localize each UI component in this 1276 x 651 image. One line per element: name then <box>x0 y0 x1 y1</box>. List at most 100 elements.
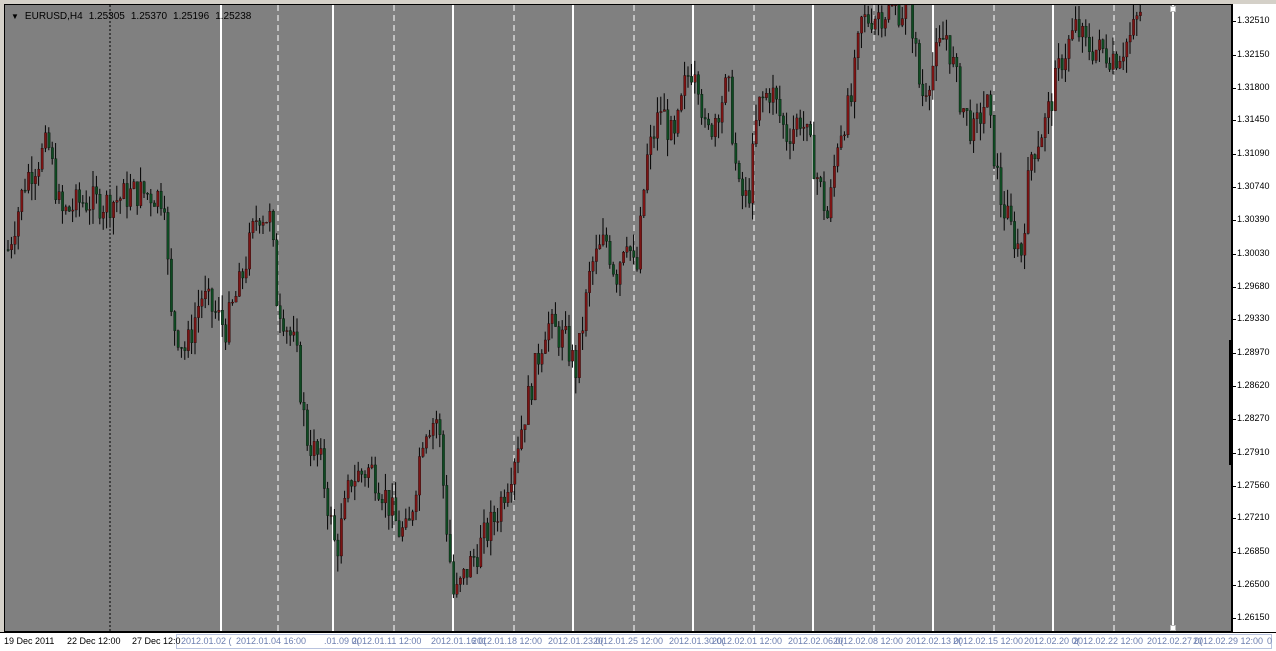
price-tick <box>1233 585 1236 587</box>
price-tick <box>1233 120 1236 122</box>
candle <box>564 311 568 334</box>
price-label: 1.28970 <box>1237 347 1270 358</box>
price-tick <box>1233 452 1236 454</box>
period-end-handle-bottom[interactable] <box>1170 625 1176 631</box>
candle <box>394 482 398 522</box>
time-label: 2012.01.04 16:00 <box>236 636 307 646</box>
candle <box>941 21 945 40</box>
candle <box>839 125 843 150</box>
candle <box>153 200 156 207</box>
candle <box>975 103 979 133</box>
price-label: 1.30740 <box>1237 181 1270 192</box>
candle <box>557 321 561 356</box>
candle <box>78 182 81 217</box>
candle <box>924 82 928 102</box>
candle <box>265 221 268 224</box>
symbol-label: EURUSD,H4 <box>24 11 83 22</box>
candle <box>238 262 241 297</box>
candle <box>649 124 653 170</box>
candle <box>731 69 734 146</box>
candle <box>435 410 438 439</box>
candle <box>595 234 598 275</box>
candle <box>710 122 714 140</box>
candle <box>380 494 384 511</box>
candle <box>683 61 687 110</box>
candle <box>231 299 234 306</box>
candle <box>734 132 738 171</box>
candle <box>958 63 962 115</box>
candle <box>1077 6 1081 42</box>
candle <box>408 506 411 521</box>
candle <box>578 333 581 384</box>
candle <box>1057 43 1061 81</box>
candle <box>714 113 717 147</box>
candle <box>921 69 925 107</box>
candle <box>554 302 557 327</box>
candle <box>615 269 619 293</box>
candle <box>326 481 330 530</box>
candle <box>404 508 408 530</box>
candle <box>1023 223 1027 270</box>
candle <box>584 289 588 337</box>
price-tick <box>1233 187 1236 189</box>
candle <box>414 490 418 521</box>
candle <box>1105 34 1108 68</box>
candle <box>666 99 670 157</box>
price-tick <box>1233 286 1236 288</box>
candle <box>693 60 697 94</box>
candle <box>241 268 245 290</box>
candlestick-series[interactable] <box>5 5 1232 632</box>
price-tick <box>1233 552 1236 554</box>
candle <box>61 185 64 224</box>
time-axis[interactable]: 19 Dec 2011 22 Dec 12:00 27 Dec 12:0 2012.0… <box>0 632 1276 651</box>
candle <box>870 8 874 34</box>
candle <box>550 308 554 339</box>
candle <box>765 88 768 101</box>
candle <box>1020 242 1023 263</box>
price-label: 1.31450 <box>1237 114 1270 125</box>
price-tick <box>1233 353 1236 355</box>
period-end-handle-top[interactable] <box>1170 6 1176 12</box>
candle <box>180 346 183 358</box>
candle <box>102 205 105 230</box>
candle <box>1006 189 1010 220</box>
candle <box>612 261 615 277</box>
candle <box>146 192 149 200</box>
price-label: 1.28620 <box>1237 380 1270 391</box>
candle <box>44 125 47 153</box>
candle <box>1060 54 1064 79</box>
candle <box>754 104 758 147</box>
candle <box>877 5 880 36</box>
candle <box>261 215 265 234</box>
candle <box>74 184 78 218</box>
candle <box>275 233 279 307</box>
candle <box>751 133 755 220</box>
candle <box>176 329 180 351</box>
time-label: 22 Dec 12:00 <box>67 636 121 646</box>
candle <box>996 153 999 180</box>
candle <box>829 179 833 223</box>
candle <box>646 143 649 194</box>
time-label: 2012.01.25 12:00 <box>593 636 664 646</box>
candle <box>210 287 214 328</box>
price-label: 1.29680 <box>1237 280 1270 291</box>
candle <box>969 99 972 145</box>
dropdown-arrow-icon[interactable]: ▼ <box>11 12 19 22</box>
candle <box>860 15 863 49</box>
price-label: 1.29330 <box>1237 313 1270 324</box>
candle <box>1064 43 1067 82</box>
price-axis[interactable]: 1.32510 1.32150 1.31800 1.31450 1.31090 1.307… <box>1232 4 1276 632</box>
candle <box>802 111 806 141</box>
price-tick <box>1233 54 1236 56</box>
candle <box>720 95 724 134</box>
chart-plot-area[interactable]: ▼ EURUSD,H4 1.25305 1.25370 1.25196 1.25… <box>4 4 1232 632</box>
candle <box>873 15 877 35</box>
candle <box>635 246 639 272</box>
candle <box>17 206 20 250</box>
candle <box>142 180 146 198</box>
candle <box>81 195 85 208</box>
candle <box>727 75 731 92</box>
candle <box>1118 55 1122 70</box>
price-label: 1.28270 <box>1237 412 1270 423</box>
candle <box>306 403 309 451</box>
